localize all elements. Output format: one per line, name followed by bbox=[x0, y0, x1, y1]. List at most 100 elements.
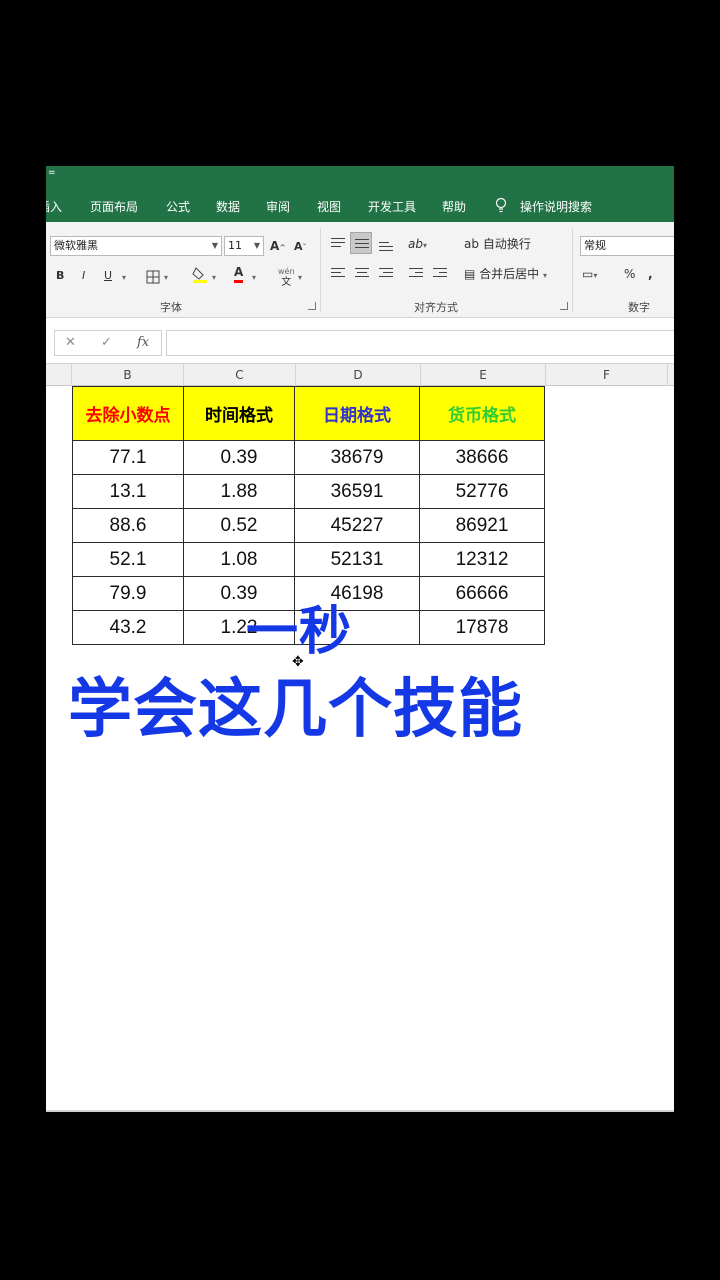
formula-input[interactable] bbox=[166, 330, 674, 356]
chevron-down-icon[interactable]: ▾ bbox=[252, 268, 256, 286]
tell-me-search[interactable]: 操作说明搜索 bbox=[520, 198, 592, 215]
font-dialog-launcher-icon[interactable] bbox=[308, 302, 316, 310]
header-row: 去除小数点 时间格式 日期格式 货币格式 bbox=[72, 386, 545, 441]
group-divider bbox=[320, 228, 321, 312]
table-cell[interactable]: 43.2 bbox=[72, 610, 184, 645]
header-cell[interactable]: 时间格式 bbox=[183, 386, 295, 441]
align-bottom-icon[interactable] bbox=[378, 240, 394, 254]
chevron-down-icon[interactable]: ▾ bbox=[298, 268, 302, 286]
tab-view[interactable]: 视图 bbox=[317, 198, 341, 215]
header-cell[interactable]: 货币格式 bbox=[419, 386, 545, 441]
font-size-select[interactable]: 11 ▼ bbox=[224, 236, 264, 256]
table-cell[interactable]: 52776 bbox=[419, 474, 545, 509]
ribbon-home: 微软雅黑 ▼ 11 ▼ A^ Aˇ B I U ▾ ▾ ▾ A ▾ wén 文 ▾… bbox=[46, 222, 674, 318]
font-name-value: 微软雅黑 bbox=[54, 239, 98, 252]
column-header[interactable]: E bbox=[421, 364, 546, 386]
borders-icon[interactable] bbox=[146, 270, 160, 284]
chevron-down-icon: ▼ bbox=[211, 241, 218, 250]
group-label-font: 字体 bbox=[160, 301, 182, 314]
accounting-format-icon[interactable]: ▭▾ bbox=[582, 266, 597, 284]
shrink-font-button[interactable]: Aˇ bbox=[294, 239, 307, 256]
table-row: 13.1 1.88 36591 52776 bbox=[72, 474, 545, 509]
enter-icon[interactable]: ✓ bbox=[101, 335, 112, 350]
table-cell[interactable]: 1.88 bbox=[183, 474, 295, 509]
grow-font-button[interactable]: A^ bbox=[270, 238, 286, 256]
table-cell[interactable]: 52131 bbox=[294, 542, 420, 577]
decrease-indent-icon[interactable] bbox=[408, 266, 424, 280]
column-header-a-partial[interactable] bbox=[46, 364, 72, 386]
bold-button[interactable]: B bbox=[56, 268, 64, 284]
tab-insert[interactable]: 插入 bbox=[46, 198, 62, 215]
table-cell[interactable]: 86921 bbox=[419, 508, 545, 543]
overlay-caption-line2: 学会这几个技能 bbox=[68, 673, 523, 747]
group-label-number: 数字 bbox=[628, 301, 650, 314]
column-headers: B C D E F bbox=[46, 364, 674, 386]
column-header[interactable]: B bbox=[72, 364, 184, 386]
chevron-down-icon: ▼ bbox=[253, 241, 260, 250]
orientation-icon[interactable]: ab▾ bbox=[408, 236, 427, 254]
wrap-text-icon: ab bbox=[464, 237, 479, 251]
tab-data[interactable]: 数据 bbox=[216, 198, 240, 215]
table-cell[interactable]: 38679 bbox=[294, 440, 420, 475]
align-center-icon[interactable] bbox=[354, 266, 370, 280]
align-middle-icon bbox=[354, 237, 370, 251]
insert-function-icon[interactable]: fx bbox=[137, 335, 149, 350]
tab-help[interactable]: 帮助 bbox=[442, 198, 466, 215]
chevron-down-icon[interactable]: ▾ bbox=[164, 268, 168, 286]
formula-buttons: ✕ ✓ fx bbox=[54, 330, 162, 356]
table-row: 52.1 1.08 52131 12312 bbox=[72, 542, 545, 577]
table-cell[interactable]: 13.1 bbox=[72, 474, 184, 509]
increase-indent-icon[interactable] bbox=[432, 266, 448, 280]
group-divider bbox=[572, 228, 573, 312]
column-header[interactable]: C bbox=[184, 364, 296, 386]
phonetic-guide-button[interactable]: wén 文 bbox=[278, 266, 295, 288]
align-right-icon[interactable] bbox=[378, 266, 394, 280]
overlay-caption-line1: 一秒 bbox=[246, 602, 353, 662]
table-cell[interactable]: 45227 bbox=[294, 508, 420, 543]
table-cell[interactable]: 0.52 bbox=[183, 508, 295, 543]
comma-style-button[interactable]: , bbox=[648, 266, 653, 282]
wrap-text-button[interactable]: ab 自动换行 bbox=[464, 236, 531, 252]
tab-page-layout[interactable]: 页面布局 bbox=[90, 198, 138, 215]
align-left-icon[interactable] bbox=[330, 266, 346, 280]
table-cell[interactable]: 38666 bbox=[419, 440, 545, 475]
table-cell[interactable]: 88.6 bbox=[72, 508, 184, 543]
table-cell[interactable]: 36591 bbox=[294, 474, 420, 509]
cancel-icon[interactable]: ✕ bbox=[65, 335, 76, 350]
font-color-button[interactable]: A bbox=[234, 265, 244, 283]
tab-developer[interactable]: 开发工具 bbox=[368, 198, 416, 215]
group-label-alignment: 对齐方式 bbox=[414, 301, 458, 314]
table-cell[interactable]: 17878 bbox=[419, 610, 545, 645]
table-cell[interactable]: 1.08 bbox=[183, 542, 295, 577]
table-cell[interactable]: 77.1 bbox=[72, 440, 184, 475]
alignment-dialog-launcher-icon[interactable] bbox=[560, 302, 568, 310]
table-cell[interactable]: 66666 bbox=[419, 576, 545, 611]
window-bottom-edge bbox=[46, 1110, 674, 1112]
worksheet-grid[interactable]: 去除小数点 时间格式 日期格式 货币格式 77.1 0.39 38679 386… bbox=[46, 386, 674, 1112]
number-format-value: 常规 bbox=[584, 239, 606, 252]
underline-button[interactable]: U bbox=[104, 268, 112, 284]
quick-access-customize-icon[interactable]: = bbox=[48, 168, 56, 178]
header-cell[interactable]: 日期格式 bbox=[294, 386, 420, 441]
table-row: 77.1 0.39 38679 38666 bbox=[72, 440, 545, 475]
fill-color-icon[interactable] bbox=[192, 266, 208, 284]
table-cell[interactable]: 79.9 bbox=[72, 576, 184, 611]
column-header[interactable]: D bbox=[296, 364, 421, 386]
column-header[interactable]: F bbox=[546, 364, 668, 386]
table-cell[interactable]: 52.1 bbox=[72, 542, 184, 577]
number-format-select[interactable]: 常规 bbox=[580, 236, 674, 256]
align-top-icon[interactable] bbox=[330, 236, 346, 250]
header-cell[interactable]: 去除小数点 bbox=[72, 386, 184, 441]
font-name-select[interactable]: 微软雅黑 ▼ bbox=[50, 236, 222, 256]
tab-formulas[interactable]: 公式 bbox=[166, 198, 190, 215]
formula-bar: ✕ ✓ fx bbox=[46, 318, 674, 364]
table-cell[interactable]: 12312 bbox=[419, 542, 545, 577]
chevron-down-icon[interactable]: ▾ bbox=[212, 268, 216, 286]
table-cell[interactable]: 0.39 bbox=[183, 440, 295, 475]
merge-center-button[interactable]: ▤ 合并后居中 ▾ bbox=[464, 266, 547, 284]
percent-style-button[interactable]: % bbox=[624, 266, 635, 282]
italic-button[interactable]: I bbox=[82, 268, 85, 284]
ribbon-tabs: 插入 页面布局 公式 数据 审阅 视图 开发工具 帮助 操作说明搜索 bbox=[46, 186, 674, 222]
chevron-down-icon[interactable]: ▾ bbox=[122, 268, 126, 286]
tab-review[interactable]: 审阅 bbox=[266, 198, 290, 215]
